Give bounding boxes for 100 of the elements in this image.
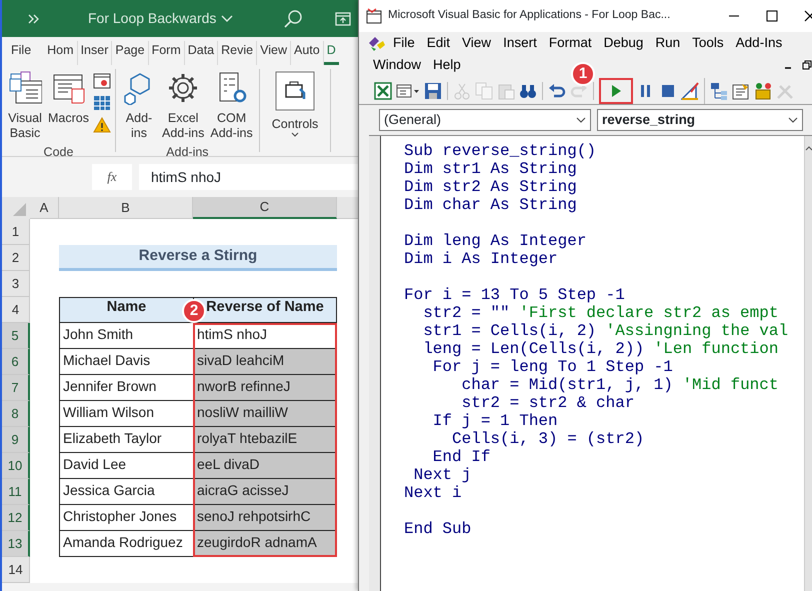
table-cell: sivaD leahciM [193, 349, 337, 375]
menu-item[interactable]: Tools [686, 32, 730, 54]
chevron-down-icon [576, 117, 586, 123]
scroll-up-icon[interactable] [805, 144, 812, 152]
code-line: For j = leng To 1 Step -1 [432, 358, 674, 376]
row-header[interactable]: 9 [2, 427, 30, 453]
window-title: Microsoft Visual Basic for Applications - For Loop Bac... [388, 8, 670, 24]
column-header[interactable]: C [193, 197, 337, 219]
controls-button[interactable]: Controls [264, 69, 326, 152]
floppy-icon[interactable] [424, 82, 442, 100]
code-line: str2 = "" 'First declare str2 as empt [422, 304, 780, 322]
ribbon-display-icon[interactable] [335, 12, 352, 26]
ruler-icon[interactable] [681, 82, 699, 100]
menu-item[interactable]: Add-Ins [730, 32, 788, 54]
table-cell: Elizabeth Taylor [59, 427, 193, 453]
code-line: For i = 13 To 5 Step -1 [404, 286, 626, 304]
code-line: Dim char As String [404, 196, 578, 214]
menu-item[interactable]: Debug [598, 32, 650, 54]
group-label: Add-ins [165, 144, 210, 161]
maximize-icon[interactable] [766, 10, 778, 22]
table-cell: eeL divaD [193, 453, 337, 479]
row-header[interactable]: 12 [2, 505, 30, 531]
table-cell: Jennifer Brown [59, 375, 193, 401]
menu-item[interactable]: Edit [420, 32, 456, 54]
menu-item[interactable]: Window [367, 54, 428, 76]
formula-field[interactable]: htimS nhoJ [139, 164, 358, 190]
row-header[interactable]: 6 [2, 349, 30, 375]
code-line: End Sub [404, 520, 472, 538]
record-icon[interactable] [92, 73, 111, 89]
restore-icon[interactable] [802, 60, 812, 70]
row-header[interactable]: 2 [2, 245, 30, 271]
caret-icon [291, 132, 300, 137]
undo-icon[interactable] [548, 82, 566, 100]
ribbon-tab[interactable]: Revie [218, 41, 258, 65]
row-header[interactable]: 5 [2, 323, 30, 349]
group-label: Code [42, 144, 74, 161]
ribbon-tab[interactable]: Page [112, 41, 149, 65]
menu-item[interactable]: Run [649, 32, 686, 54]
code-line: Next j [412, 466, 472, 484]
chevron-down-icon [788, 117, 798, 123]
project-tree-icon[interactable] [710, 82, 728, 100]
binoculars-icon[interactable] [519, 82, 537, 100]
ribbon-button[interactable]: Macros [46, 69, 91, 143]
dropdown-icon[interactable] [221, 14, 234, 22]
menu-item[interactable]: Format [542, 32, 598, 54]
row-header[interactable]: 8 [2, 401, 30, 427]
row-header[interactable]: 3 [2, 271, 30, 297]
menu-item[interactable]: Insert [497, 32, 543, 54]
ribbon-tab[interactable]: Inser [78, 41, 112, 65]
ribbon-tab[interactable]: File [8, 41, 34, 65]
code-line: If j = 1 Then [432, 412, 559, 430]
menu-item[interactable]: View [456, 32, 498, 54]
code-line: str1 = Cells(i, 2) 'Assingning the val [422, 322, 790, 340]
table-icon[interactable] [92, 95, 111, 111]
ribbon-tab[interactable]: Hom [44, 41, 78, 65]
window-dropdown-icon[interactable] [396, 82, 420, 100]
column-header[interactable]: A [30, 197, 59, 219]
row-header[interactable]: 11 [2, 479, 30, 505]
ribbon-button[interactable]: Visual Basic [6, 69, 44, 143]
toolbox-icon [275, 71, 316, 111]
properties-icon[interactable] [732, 82, 750, 100]
warning-icon[interactable] [92, 117, 111, 133]
menu-item[interactable]: File [387, 32, 421, 54]
row-header[interactable]: 10 [2, 453, 30, 479]
search-icon[interactable] [283, 8, 304, 28]
app-icon [365, 7, 383, 25]
table-cell: Christopher Jones [59, 505, 193, 531]
row-header[interactable]: 7 [2, 375, 30, 401]
menu-item[interactable]: Help [427, 54, 467, 76]
code-line: char = Mid(str1, j, 1) 'Mid funct [460, 376, 780, 394]
dropdown[interactable]: reverse_string [597, 109, 803, 131]
row-header[interactable]: 1 [2, 219, 30, 245]
code-line: Sub reverse_string() [404, 142, 598, 160]
table-cell: zeugirdoR adnamA [193, 531, 337, 557]
table-cell: senoJ rehpotsirhC [193, 505, 337, 531]
code-line: Dim str1 As String [404, 160, 578, 178]
function-button[interactable]: fx [92, 164, 132, 190]
code-line: Cells(i, 3) = (str2) [451, 430, 646, 448]
ribbon-tab[interactable]: Auto [290, 41, 324, 65]
ribbon-button[interactable]: Add- ins [120, 69, 158, 143]
row-header[interactable]: 4 [2, 297, 30, 323]
ribbon-tab[interactable]: Data [184, 41, 218, 65]
sheet-title: Reverse a Stirng [59, 245, 337, 271]
table-cell: David Lee [59, 453, 193, 479]
spreadsheet-icon[interactable] [374, 82, 392, 100]
ribbon-tab[interactable]: D [324, 41, 339, 65]
ribbon-tab[interactable]: Form [148, 41, 185, 65]
ribbon-tab[interactable]: View [257, 41, 291, 65]
table-cell: rolyaT htebazilE [193, 427, 337, 453]
object-browser-icon[interactable] [754, 82, 772, 100]
row-header[interactable]: 13 [2, 531, 30, 557]
stop-icon[interactable] [659, 82, 677, 100]
column-header[interactable]: B [59, 197, 193, 219]
dropdown[interactable]: (General) [379, 109, 591, 131]
table-cell: Michael Davis [59, 349, 193, 375]
code-line: End If [432, 448, 492, 466]
ribbon-button[interactable]: Excel Add-ins [160, 69, 206, 143]
chevron-icon[interactable] [28, 14, 40, 24]
ribbon-button[interactable]: COM Add-ins [208, 69, 255, 143]
row-header[interactable]: 14 [2, 557, 30, 583]
